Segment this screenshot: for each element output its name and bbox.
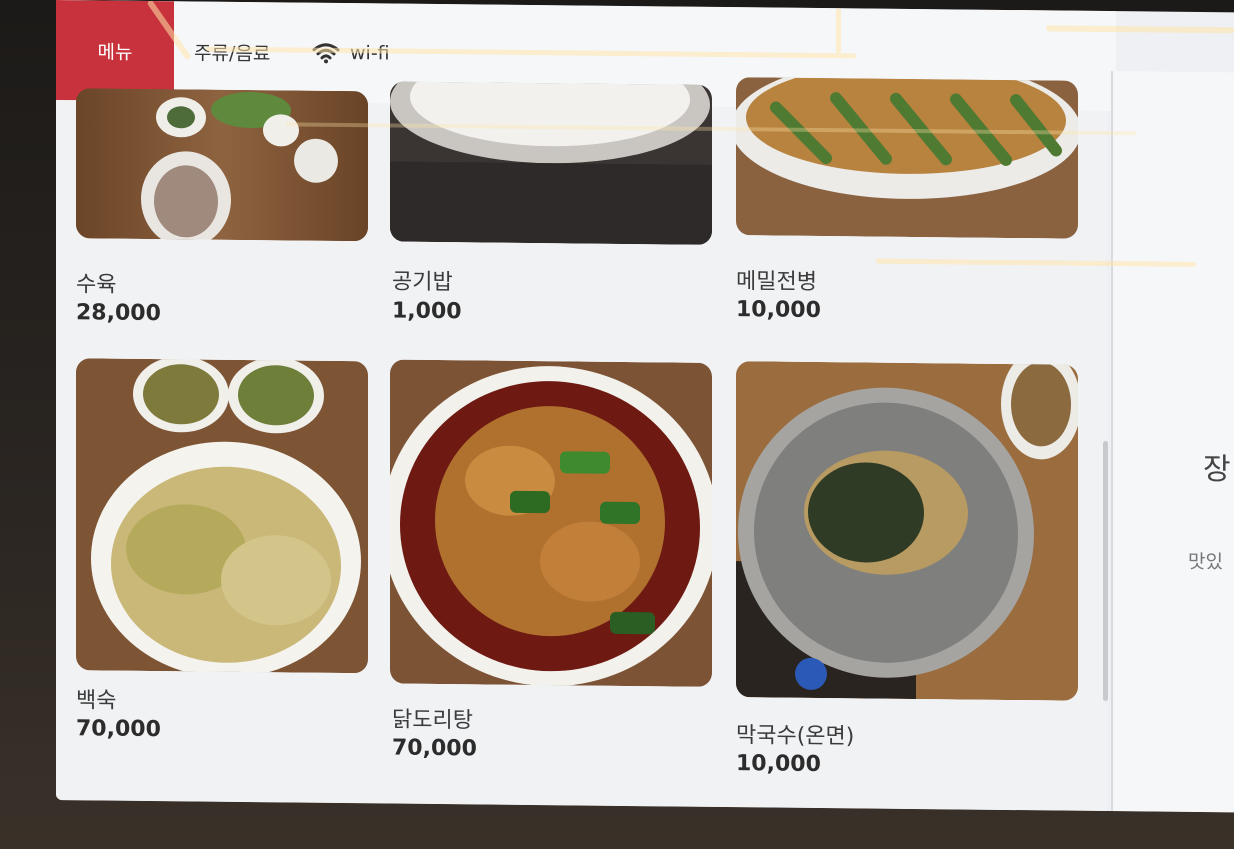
scrollbar[interactable] <box>1103 440 1108 702</box>
menu-item-price: 1,000 <box>392 298 462 325</box>
menu-item-name: 메밀전병 <box>736 269 817 295</box>
kiosk-screen: 메뉴 주류/음료 wi-fi 수육 28,000 공기밥 1,000 메밀전병 … <box>56 0 1234 813</box>
menu-item-name: 백숙 <box>76 688 117 714</box>
menu-grid: 수육 28,000 공기밥 1,000 메밀전병 10,000 백숙 70,00… <box>56 77 1106 811</box>
tab-wifi[interactable]: wi-fi <box>312 3 390 104</box>
side-panel-subtitle: 맛있 <box>1188 550 1223 574</box>
wifi-icon <box>312 43 340 64</box>
side-panel-title: 장 <box>1203 452 1231 488</box>
menu-item-price: 70,000 <box>76 716 161 743</box>
menu-item-image <box>390 359 712 687</box>
menu-item-image <box>76 358 368 674</box>
menu-item-name: 닭도리탕 <box>392 707 473 734</box>
menu-item-name: 공기밥 <box>392 269 453 296</box>
tab-drinks-label: 주류/음료 <box>194 41 271 65</box>
tab-drinks[interactable]: 주류/음료 <box>194 1 270 102</box>
menu-item-price: 10,000 <box>736 297 821 324</box>
menu-item-image <box>76 88 368 242</box>
menu-item-price: 28,000 <box>76 300 161 327</box>
menu-item-image <box>390 81 712 245</box>
tab-menu[interactable]: 메뉴 <box>56 0 174 102</box>
menu-item-name: 수육 <box>76 272 117 298</box>
tab-wifi-label: wi-fi <box>350 42 390 65</box>
menu-item-price: 10,000 <box>736 751 821 778</box>
cart-side-panel: 장 맛있 <box>1111 71 1234 813</box>
tab-menu-label: 메뉴 <box>97 40 133 64</box>
menu-item-image <box>736 361 1078 701</box>
menu-item-price: 70,000 <box>392 735 477 762</box>
menu-item-image <box>736 77 1078 239</box>
menu-item-name: 막국수(온면) <box>736 723 855 750</box>
